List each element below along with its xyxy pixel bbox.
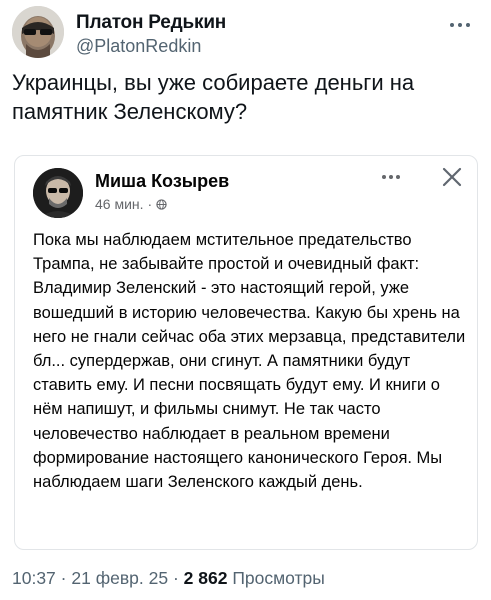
close-icon[interactable] (441, 166, 463, 188)
author-block: Платон Редькин @PlatonRedkin (76, 12, 226, 57)
footer-separator: · (172, 568, 179, 588)
embed-author-avatar[interactable] (33, 168, 83, 218)
author-handle[interactable]: @PlatonRedkin (76, 35, 226, 57)
embed-post-text: Пока мы наблюдаем мстительное предательс… (33, 231, 466, 492)
views-count[interactable]: 2 862 (184, 568, 228, 588)
tweet-header: Платон Редькин @PlatonRedkin (12, 6, 479, 62)
more-icon[interactable] (445, 14, 475, 36)
author-name[interactable]: Платон Редькин (76, 12, 226, 34)
tweet-date[interactable]: 21 февр. 25 (71, 568, 168, 588)
globe-icon (156, 198, 167, 210)
embed-time[interactable]: 46 мин. (95, 196, 144, 212)
tweet-text: Украинцы, вы уже собираете деньги на пам… (12, 70, 415, 124)
author-avatar[interactable] (12, 6, 64, 58)
embed-author-name[interactable]: Миша Козырев (95, 171, 229, 192)
embed-meta: 46 мин. · (95, 196, 167, 212)
embed-more-icon[interactable] (382, 172, 406, 182)
tweet-footer: 10:37 · 21 февр. 25 · 2 862 Просмотры (12, 568, 325, 589)
tweet-time[interactable]: 10:37 (12, 568, 56, 588)
views-label[interactable]: Просмотры (232, 568, 325, 588)
embed-separator: · (147, 196, 153, 212)
footer-separator: · (60, 568, 67, 588)
embedded-post[interactable]: Миша Козырев 46 мин. · Пока мы наблюдаем… (14, 155, 478, 550)
